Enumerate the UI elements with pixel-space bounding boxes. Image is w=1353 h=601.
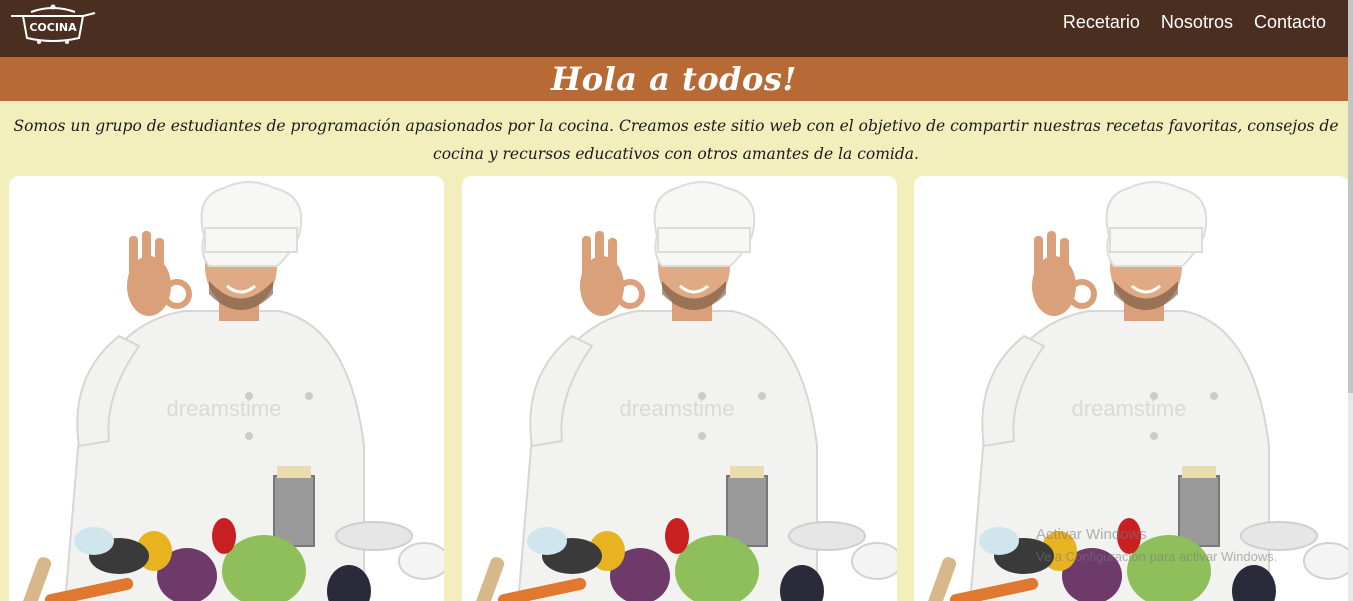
nav-link-recetario[interactable]: Recetario — [1063, 11, 1140, 33]
windows-activation-title: Activar Windows — [1036, 526, 1147, 543]
chef-image: dreamstime — [9, 176, 444, 601]
chef-card-2[interactable]: dreamstime — [462, 176, 897, 601]
page-title: Hola a todos! — [551, 60, 797, 98]
nav-link-contacto[interactable]: Contacto — [1254, 11, 1326, 33]
page-scrollbar[interactable] — [1348, 0, 1353, 601]
chef-image: dreamstime — [462, 176, 897, 601]
nav-link-nosotros[interactable]: Nosotros — [1161, 11, 1233, 33]
windows-activation-subtitle: Ve a Configuración para activar Windows. — [1036, 549, 1278, 564]
image-watermark: dreamstime — [1072, 396, 1187, 421]
logo-text: COCINA — [29, 21, 77, 34]
scrollbar-thumb[interactable] — [1348, 0, 1353, 393]
chef-card-1[interactable]: dreamstime — [9, 176, 444, 601]
intro-paragraph: Somos un grupo de estudiantes de program… — [13, 117, 1339, 163]
main-nav: Recetario Nosotros Contacto — [1063, 11, 1326, 33]
image-watermark: dreamstime — [167, 396, 282, 421]
image-watermark: dreamstime — [620, 396, 735, 421]
site-logo[interactable]: COCINA — [9, 2, 97, 46]
top-navbar: COCINA Recetario Nosotros Contacto — [0, 0, 1348, 57]
welcome-banner: Hola a todos! — [0, 57, 1348, 101]
